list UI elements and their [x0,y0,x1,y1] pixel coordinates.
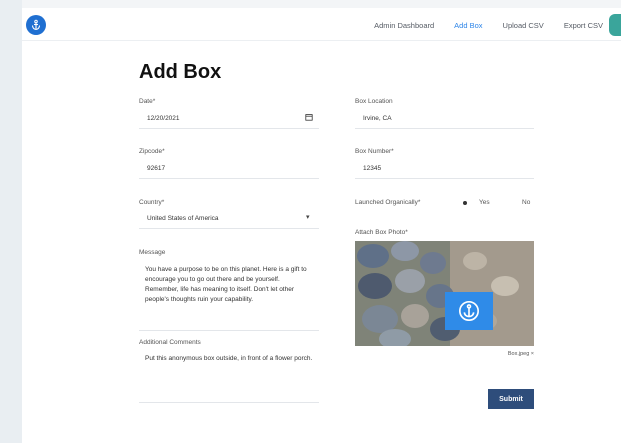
launched-label: Launched Organically* [355,199,421,206]
radio-yes-selected[interactable] [463,201,467,205]
page-surface [22,8,621,443]
left-rail [0,0,22,443]
radio-no-label[interactable]: No [522,199,530,206]
box-number-label: Box Number* [355,148,394,155]
avatar[interactable] [609,14,621,36]
country-select[interactable]: United States of America [147,215,219,222]
submit-button[interactable]: Submit [488,389,534,409]
date-label: Date* [139,98,156,105]
date-field[interactable]: 12/20/2021 [147,115,180,122]
comments-underline [139,402,319,403]
box-number-field[interactable]: 12345 [363,165,381,172]
header-divider [22,40,621,41]
comments-textarea[interactable]: Put this anonymous box outside, in front… [145,354,315,364]
anchor-badge-icon [445,292,493,330]
zipcode-underline [139,178,319,179]
zipcode-field[interactable]: 92617 [147,165,165,172]
date-underline [139,128,319,129]
page-title: Add Box [139,61,222,83]
comments-label: Additional Comments [139,339,201,346]
anchor-logo-icon[interactable] [26,15,46,35]
nav-admin-dashboard[interactable]: Admin Dashboard [374,21,434,30]
calendar-icon[interactable] [305,113,313,123]
message-label: Message [139,249,166,256]
top-nav: Admin Dashboard Add Box Upload CSV Expor… [374,15,603,35]
box-location-field[interactable]: Irvine, CA [363,115,392,122]
box-location-label: Box Location [355,98,393,105]
attach-photo-label: Attach Box Photo* [355,229,408,236]
nav-add-box[interactable]: Add Box [454,21,482,30]
box-location-underline [355,128,534,129]
radio-yes-label[interactable]: Yes [479,199,490,206]
nav-upload-csv[interactable]: Upload CSV [503,21,544,30]
zipcode-label: Zipcode* [139,148,165,155]
message-underline [139,330,319,331]
photo-filename[interactable]: Box.jpeg × [508,351,534,357]
country-underline [139,228,319,229]
country-label: Country* [139,199,165,206]
chevron-down-icon[interactable]: ▾ [306,213,310,221]
box-number-underline [355,178,534,179]
nav-export-csv[interactable]: Export CSV [564,21,603,30]
message-textarea[interactable]: You have a purpose to be on this planet.… [145,265,315,305]
